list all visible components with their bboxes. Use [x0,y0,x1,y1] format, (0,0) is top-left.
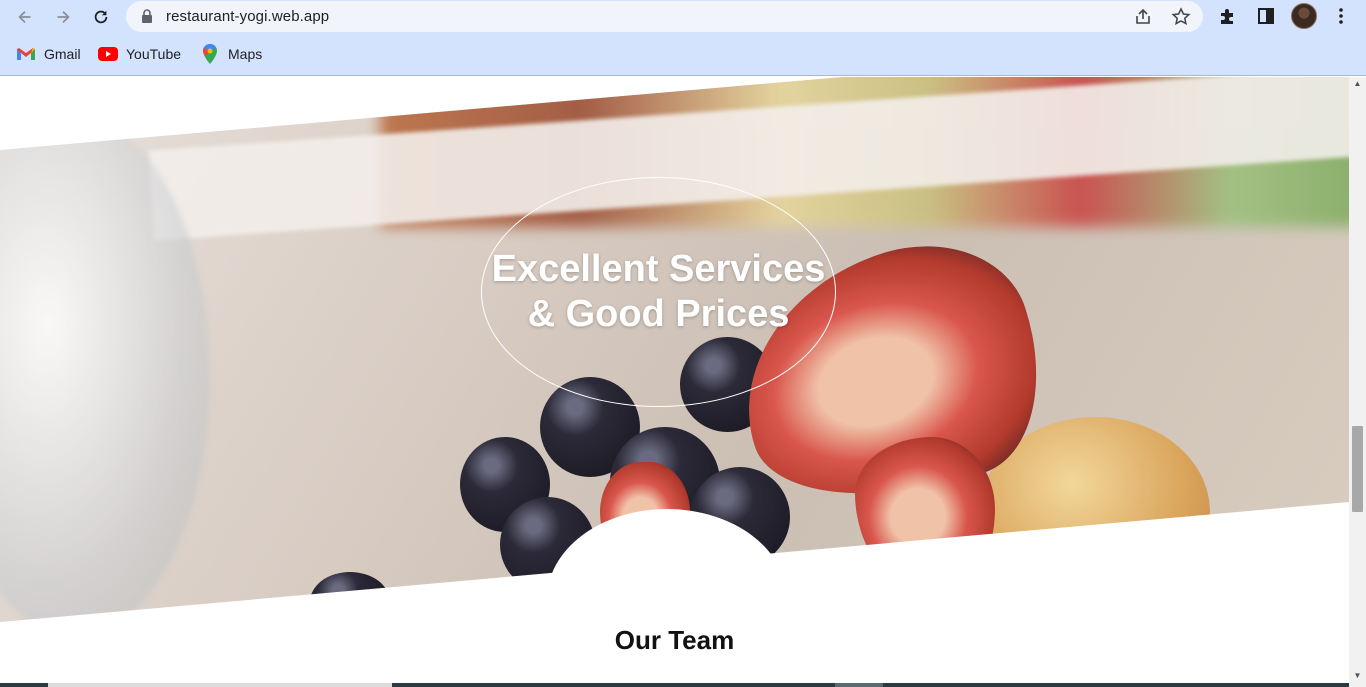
hero-title: Excellent Services & Good Prices [481,247,836,337]
bookmark-maps[interactable]: Maps [200,44,262,64]
scroll-up-icon[interactable]: ▲ [1353,79,1362,88]
arrow-left-icon [18,10,31,24]
lock-icon [142,9,152,23]
extensions-button[interactable] [1217,5,1239,27]
page-viewport: Excellent Services & Good Prices Our Tea… [0,77,1349,687]
browser-chrome: restaurant-yogi.web.app Gmail YouTube Ma… [0,0,1366,76]
bookmark-label: YouTube [126,46,182,62]
scrollbar-thumb[interactable] [1352,426,1363,512]
taskbar-sliver [0,683,1349,687]
reload-icon [94,10,108,24]
address-bar[interactable]: restaurant-yogi.web.app [126,1,1203,32]
hero-title-line: & Good Prices [527,293,790,335]
browser-toolbar: restaurant-yogi.web.app [0,0,1366,34]
arrow-right-icon [57,10,70,24]
side-panel-button[interactable] [1255,5,1277,27]
bookmark-label: Gmail [44,46,81,62]
puzzle-icon [1221,9,1233,24]
reload-button[interactable] [88,4,114,30]
taskbar-segment [835,683,883,687]
bookmark-gmail[interactable]: Gmail [16,44,81,64]
profile-avatar[interactable] [1291,3,1317,29]
maps-icon [200,44,220,64]
taskbar-segment [48,683,392,687]
fig-slice [855,437,995,597]
scroll-down-icon[interactable]: ▼ [1353,671,1362,680]
back-button[interactable] [12,4,38,30]
bookmark-label: Maps [228,46,263,62]
menu-button[interactable] [1330,5,1352,27]
hero-title-line: Excellent Services [491,248,826,290]
youtube-icon [98,46,118,62]
forward-button[interactable] [50,4,76,30]
hero-wave-decoration [547,509,787,687]
share-icon[interactable] [1133,7,1153,27]
side-panel-icon [1258,8,1274,24]
kebab-menu-icon [1339,8,1343,24]
gmail-icon [16,46,36,62]
bookmark-youtube[interactable]: YouTube [98,44,181,64]
bookmarks-bar: Gmail YouTube Maps [0,38,1366,68]
page-scrollbar[interactable]: ▲ ▼ [1349,77,1366,687]
star-icon[interactable] [1171,7,1191,27]
url-text: restaurant-yogi.web.app [166,8,330,25]
team-section-heading: Our Team [614,625,735,655]
